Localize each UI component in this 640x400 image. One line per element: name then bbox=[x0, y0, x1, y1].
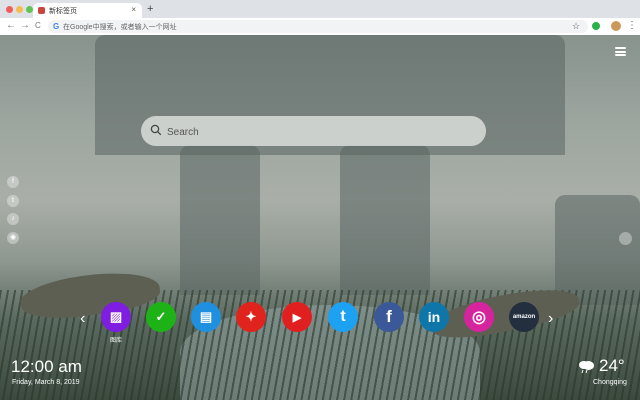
reload-button[interactable]: C bbox=[35, 21, 41, 30]
shortcut-facebook[interactable]: f bbox=[374, 302, 404, 332]
shortcut-notes[interactable]: ▤ bbox=[191, 302, 221, 332]
shortcut-gallery-glyph: ▨ bbox=[109, 309, 123, 324]
address-bar[interactable]: G 在Google中搜索，或者输入一个网址 bbox=[48, 20, 588, 33]
maximize-window-dot[interactable] bbox=[26, 6, 33, 13]
shortcut-twitter-glyph: t bbox=[340, 308, 346, 325]
minimize-window-dot[interactable] bbox=[16, 6, 23, 13]
background-rock bbox=[555, 195, 640, 305]
shortcut-amazon-glyph: amazon bbox=[512, 314, 536, 320]
browser-toolbar: ← → C G 在Google中搜索，或者输入一个网址 ☆ ⋮ bbox=[0, 18, 640, 36]
browser-menu-icon[interactable]: ⋮ bbox=[627, 20, 637, 31]
shortcut-twitter[interactable]: t bbox=[328, 302, 358, 332]
forward-button[interactable]: → bbox=[20, 20, 30, 31]
tab-title: 新标签页 bbox=[49, 8, 77, 15]
background-rock bbox=[340, 145, 430, 295]
shortcut-tasks[interactable]: ✓ bbox=[146, 302, 176, 332]
music-icon[interactable]: ♪ bbox=[7, 213, 19, 225]
shortcut-games[interactable]: ✦ bbox=[236, 302, 266, 332]
shortcut-notes-glyph: ▤ bbox=[199, 309, 213, 324]
new-tab-button[interactable]: + bbox=[147, 3, 153, 15]
new-tab-page bbox=[0, 35, 640, 400]
shortcut-games-glyph: ✦ bbox=[245, 309, 257, 324]
close-window-dot[interactable] bbox=[6, 6, 13, 13]
tab-strip: 新标签页 × + bbox=[0, 0, 640, 18]
cloud-rain-icon bbox=[579, 361, 594, 374]
facebook-icon[interactable]: f bbox=[7, 176, 19, 188]
google-icon: G bbox=[53, 22, 60, 31]
weather-city: Chongqing bbox=[593, 379, 627, 386]
tab-favicon-icon bbox=[38, 7, 45, 14]
shortcuts-next-arrow[interactable]: › bbox=[548, 310, 553, 328]
profile-avatar[interactable] bbox=[611, 21, 621, 31]
tab-close-button[interactable]: × bbox=[131, 5, 136, 14]
clock-time: 12:00 am bbox=[11, 357, 82, 376]
shortcut-gallery-label: 图库 bbox=[109, 338, 122, 344]
back-button[interactable]: ← bbox=[6, 20, 16, 31]
shortcut-linkedin-glyph: in bbox=[427, 309, 441, 325]
background-rock bbox=[180, 145, 260, 295]
extension-icon[interactable] bbox=[592, 22, 600, 30]
bookmark-star-icon[interactable]: ☆ bbox=[572, 21, 580, 32]
shortcut-amazon[interactable]: amazon bbox=[509, 302, 539, 332]
browser-tab[interactable]: 新标签页 × bbox=[33, 3, 142, 18]
shortcuts-prev-arrow[interactable]: ‹ bbox=[80, 310, 85, 328]
shortcut-gallery[interactable]: ▨ bbox=[101, 302, 131, 332]
shortcut-facebook-glyph: f bbox=[386, 307, 392, 326]
search-input[interactable] bbox=[165, 116, 469, 148]
search-icon bbox=[150, 124, 162, 136]
shortcut-youtube[interactable]: ▶ bbox=[282, 302, 312, 332]
address-placeholder: 在Google中搜索，或者输入一个网址 bbox=[63, 24, 177, 31]
twitter-icon[interactable]: t bbox=[7, 195, 19, 207]
weather-temperature: 24° bbox=[599, 356, 625, 375]
browser-chrome: 新标签页 × + ← → C G 在Google中搜索，或者输入一个网址 ☆ ⋮ bbox=[0, 0, 640, 36]
shortcut-instagram[interactable]: ◎ bbox=[464, 302, 494, 332]
camera-icon[interactable]: ◉ bbox=[7, 232, 19, 244]
shortcut-instagram-glyph: ◎ bbox=[472, 309, 486, 326]
hamburger-menu-icon[interactable] bbox=[615, 47, 626, 56]
wallpaper-toggle-icon[interactable] bbox=[619, 232, 632, 245]
shortcut-linkedin[interactable]: in bbox=[419, 302, 449, 332]
shortcut-youtube-glyph: ▶ bbox=[292, 311, 302, 324]
clock-date: Friday, March 8, 2019 bbox=[12, 379, 80, 386]
search-box[interactable] bbox=[141, 116, 486, 148]
shortcut-tasks-glyph: ✓ bbox=[155, 309, 167, 324]
